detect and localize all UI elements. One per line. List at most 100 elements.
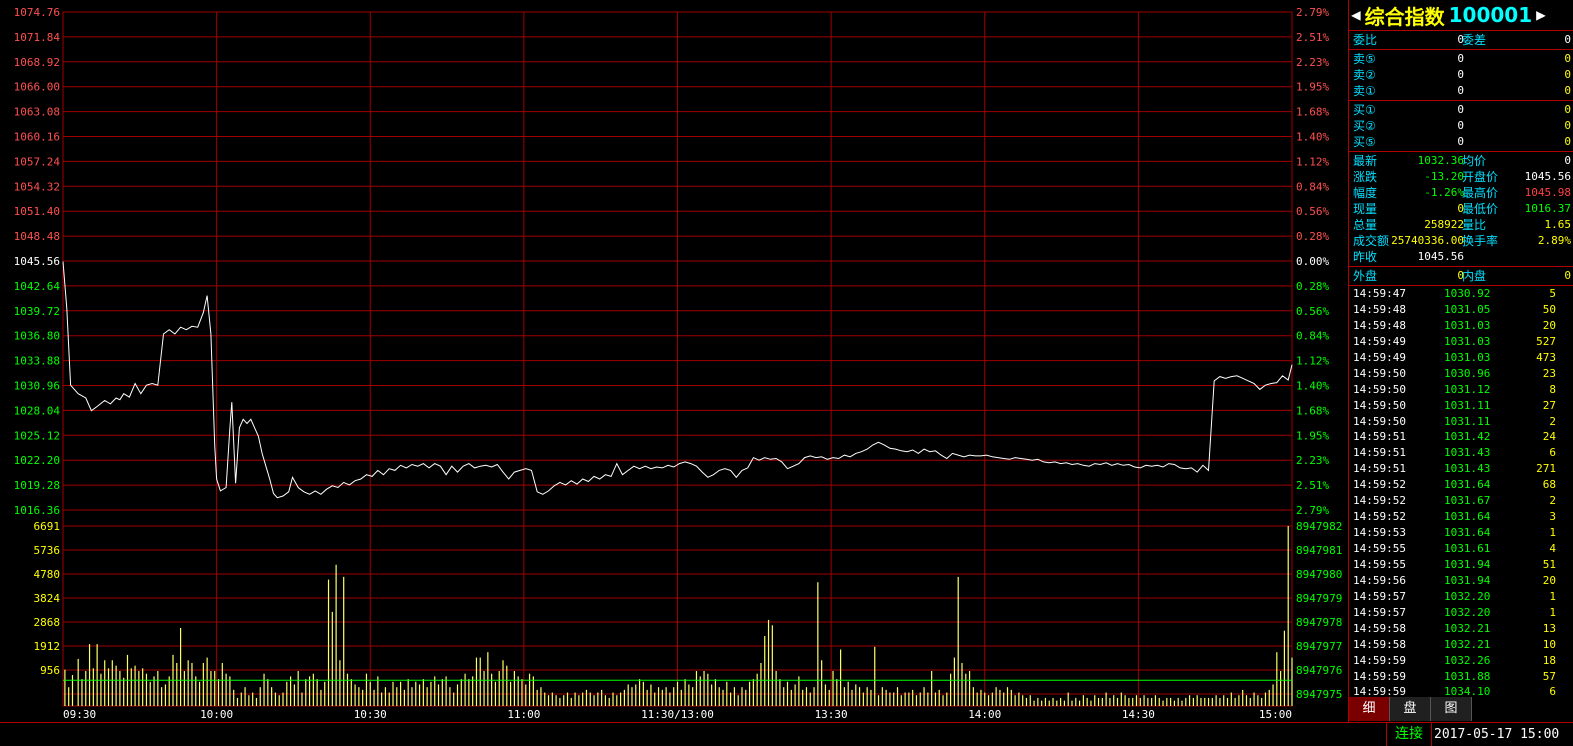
tick-row: 14:59:59 1031.88 57 (1349, 669, 1573, 685)
sell-label: 卖② (1353, 68, 1376, 82)
tick-price: 1032.26 (1444, 653, 1491, 667)
panel-tab[interactable]: 细 (1349, 697, 1390, 721)
weicha-label: 委差 (1462, 33, 1487, 47)
tick-list[interactable]: 14:59:47 1030.92 5 14:59:48 1031.05 50 14:59:4… (1349, 286, 1573, 700)
sell-row: 卖② 0 0 (1349, 67, 1573, 83)
tick-row: 14:59:50 1031.11 27 (1349, 398, 1573, 414)
tick-row: 14:59:49 1031.03 527 (1349, 334, 1573, 350)
tick-row: 14:59:47 1030.92 5 (1349, 286, 1573, 302)
volume-tick-label: 4780 (34, 568, 61, 581)
tick-time: 14:59:51 (1353, 446, 1406, 460)
outer-inner-section: 外盘 0 内盘 0 (1349, 267, 1573, 286)
pct-tick-label: 0.56% (1296, 305, 1329, 318)
price-tick-label: 1016.36 (14, 504, 60, 517)
quote-label-2: 均价 (1462, 154, 1487, 168)
tick-row: 14:59:48 1031.05 50 (1349, 302, 1573, 318)
tick-price: 1031.42 (1444, 430, 1491, 444)
pct-tick-label: 2.23% (1296, 454, 1329, 467)
tick-volume: 50 (1542, 302, 1556, 316)
outer-label: 外盘 (1353, 269, 1378, 283)
tick-time: 14:59:50 (1353, 414, 1406, 428)
panel-tab[interactable]: 图 (1431, 697, 1472, 721)
index-name: 综合指数 (1364, 4, 1445, 29)
quote-value: 1045.56 (1417, 250, 1464, 263)
buy-price: 0 (1457, 135, 1464, 148)
inner-label: 内盘 (1462, 269, 1487, 283)
tick-time: 14:59:50 (1353, 398, 1406, 412)
tick-row: 14:59:58 1032.21 13 (1349, 621, 1573, 637)
pct-tick-label: 2.51% (1296, 31, 1329, 44)
quote-label: 成交额 (1353, 234, 1390, 248)
tick-time: 14:59:52 (1353, 494, 1406, 508)
quote-label: 涨跌 (1353, 170, 1378, 184)
tick-time: 14:59:55 (1353, 557, 1406, 571)
tick-time: 14:59:53 (1353, 526, 1406, 540)
tick-price: 1031.64 (1444, 510, 1491, 524)
buy-price: 0 (1457, 119, 1464, 132)
quote-section: 最新 1032.36 均价 0 涨跌 -13.20 开盘价 1045.56 幅度 -1.26% 最高… (1349, 152, 1573, 267)
quote-label: 昨收 (1353, 250, 1378, 264)
tick-volume: 68 (1542, 478, 1556, 492)
connection-status[interactable]: 连接 (1386, 723, 1432, 746)
quote-label-2: 开盘价 (1462, 170, 1499, 184)
intraday-chart[interactable]: 1074.76 2.79% 1071.84 2.51% 1068.92 2.23% 1066… (0, 0, 1348, 722)
volume-right-tick-label: 8947981 (1296, 544, 1342, 557)
prev-arrow-icon[interactable]: ◀ (1351, 0, 1361, 30)
pct-tick-label: 0.56% (1296, 205, 1329, 218)
tick-price: 1031.43 (1444, 446, 1491, 460)
volume-right-tick-label: 8947980 (1296, 568, 1342, 581)
tick-volume: 1 (1549, 589, 1556, 603)
status-datetime: 2017-05-17 15:00 (1434, 727, 1560, 742)
tick-volume: 57 (1542, 669, 1556, 683)
tick-time: 14:59:57 (1353, 589, 1406, 603)
price-tick-label: 1042.64 (14, 280, 61, 293)
tick-price: 1031.64 (1444, 478, 1491, 492)
sell-row: 卖⑤ 0 0 (1349, 51, 1573, 67)
tick-price: 1031.03 (1444, 350, 1491, 364)
volume-tick-label: 1912 (34, 640, 61, 653)
panel-tab[interactable]: 盘 (1390, 697, 1431, 721)
tick-time: 14:59:58 (1353, 637, 1406, 651)
time-tick-label: 10:00 (200, 708, 233, 721)
tick-price: 1030.96 (1444, 366, 1491, 380)
tick-price: 1031.11 (1444, 414, 1491, 428)
tick-price: 1031.43 (1444, 462, 1491, 476)
price-tick-label: 1025.12 (14, 429, 60, 442)
tick-row: 14:59:52 1031.64 68 (1349, 477, 1573, 493)
sell-price: 0 (1457, 52, 1464, 65)
tick-price: 1030.92 (1444, 287, 1491, 300)
next-arrow-icon[interactable]: ▶ (1536, 0, 1546, 30)
volume-right-tick-label: 8947975 (1296, 688, 1342, 701)
tick-row: 14:59:51 1031.43 6 (1349, 445, 1573, 461)
price-tick-label: 1071.84 (14, 31, 61, 44)
price-tick-label: 1066.00 (14, 81, 60, 94)
tick-volume: 1 (1549, 526, 1556, 540)
price-tick-label: 1074.76 (14, 6, 60, 19)
pct-tick-label: 1.95% (1296, 81, 1329, 94)
tick-time: 14:59:59 (1353, 669, 1406, 683)
volume-right-tick-label: 8947977 (1296, 640, 1342, 653)
tick-volume: 2 (1549, 494, 1556, 508)
tick-row: 14:59:55 1031.94 51 (1349, 557, 1573, 573)
quote-row: 最新 1032.36 均价 0 (1349, 153, 1573, 169)
volume-tick-label: 6691 (34, 520, 61, 533)
price-tick-label: 1051.40 (14, 205, 60, 218)
quote-row: 总量 258922 量比 1.65 (1349, 217, 1573, 233)
quote-label-2: 最高价 (1462, 186, 1499, 200)
tick-volume: 2 (1549, 414, 1556, 428)
quote-label-2: 最低价 (1462, 202, 1499, 216)
quote-row: 幅度 -1.26% 最高价 1045.98 (1349, 185, 1573, 201)
tick-price: 1031.11 (1444, 398, 1491, 412)
tick-price: 1031.61 (1444, 542, 1491, 555)
price-tick-label: 1060.16 (14, 131, 60, 144)
quote-row: 成交额 25740336.00 换手率 2.89% (1349, 233, 1573, 249)
time-tick-label: 11:00 (507, 708, 540, 721)
tick-time: 14:59:48 (1353, 302, 1406, 316)
pct-tick-label: 2.23% (1296, 56, 1329, 69)
buy-volume: 0 (1564, 103, 1571, 116)
quote-value: -13.20 (1424, 170, 1464, 183)
pct-tick-label: 0.84% (1296, 330, 1329, 343)
tick-row: 14:59:50 1031.11 2 (1349, 414, 1573, 430)
time-tick-label: 14:30 (1122, 708, 1155, 721)
volume-right-tick-label: 8947982 (1296, 520, 1342, 533)
